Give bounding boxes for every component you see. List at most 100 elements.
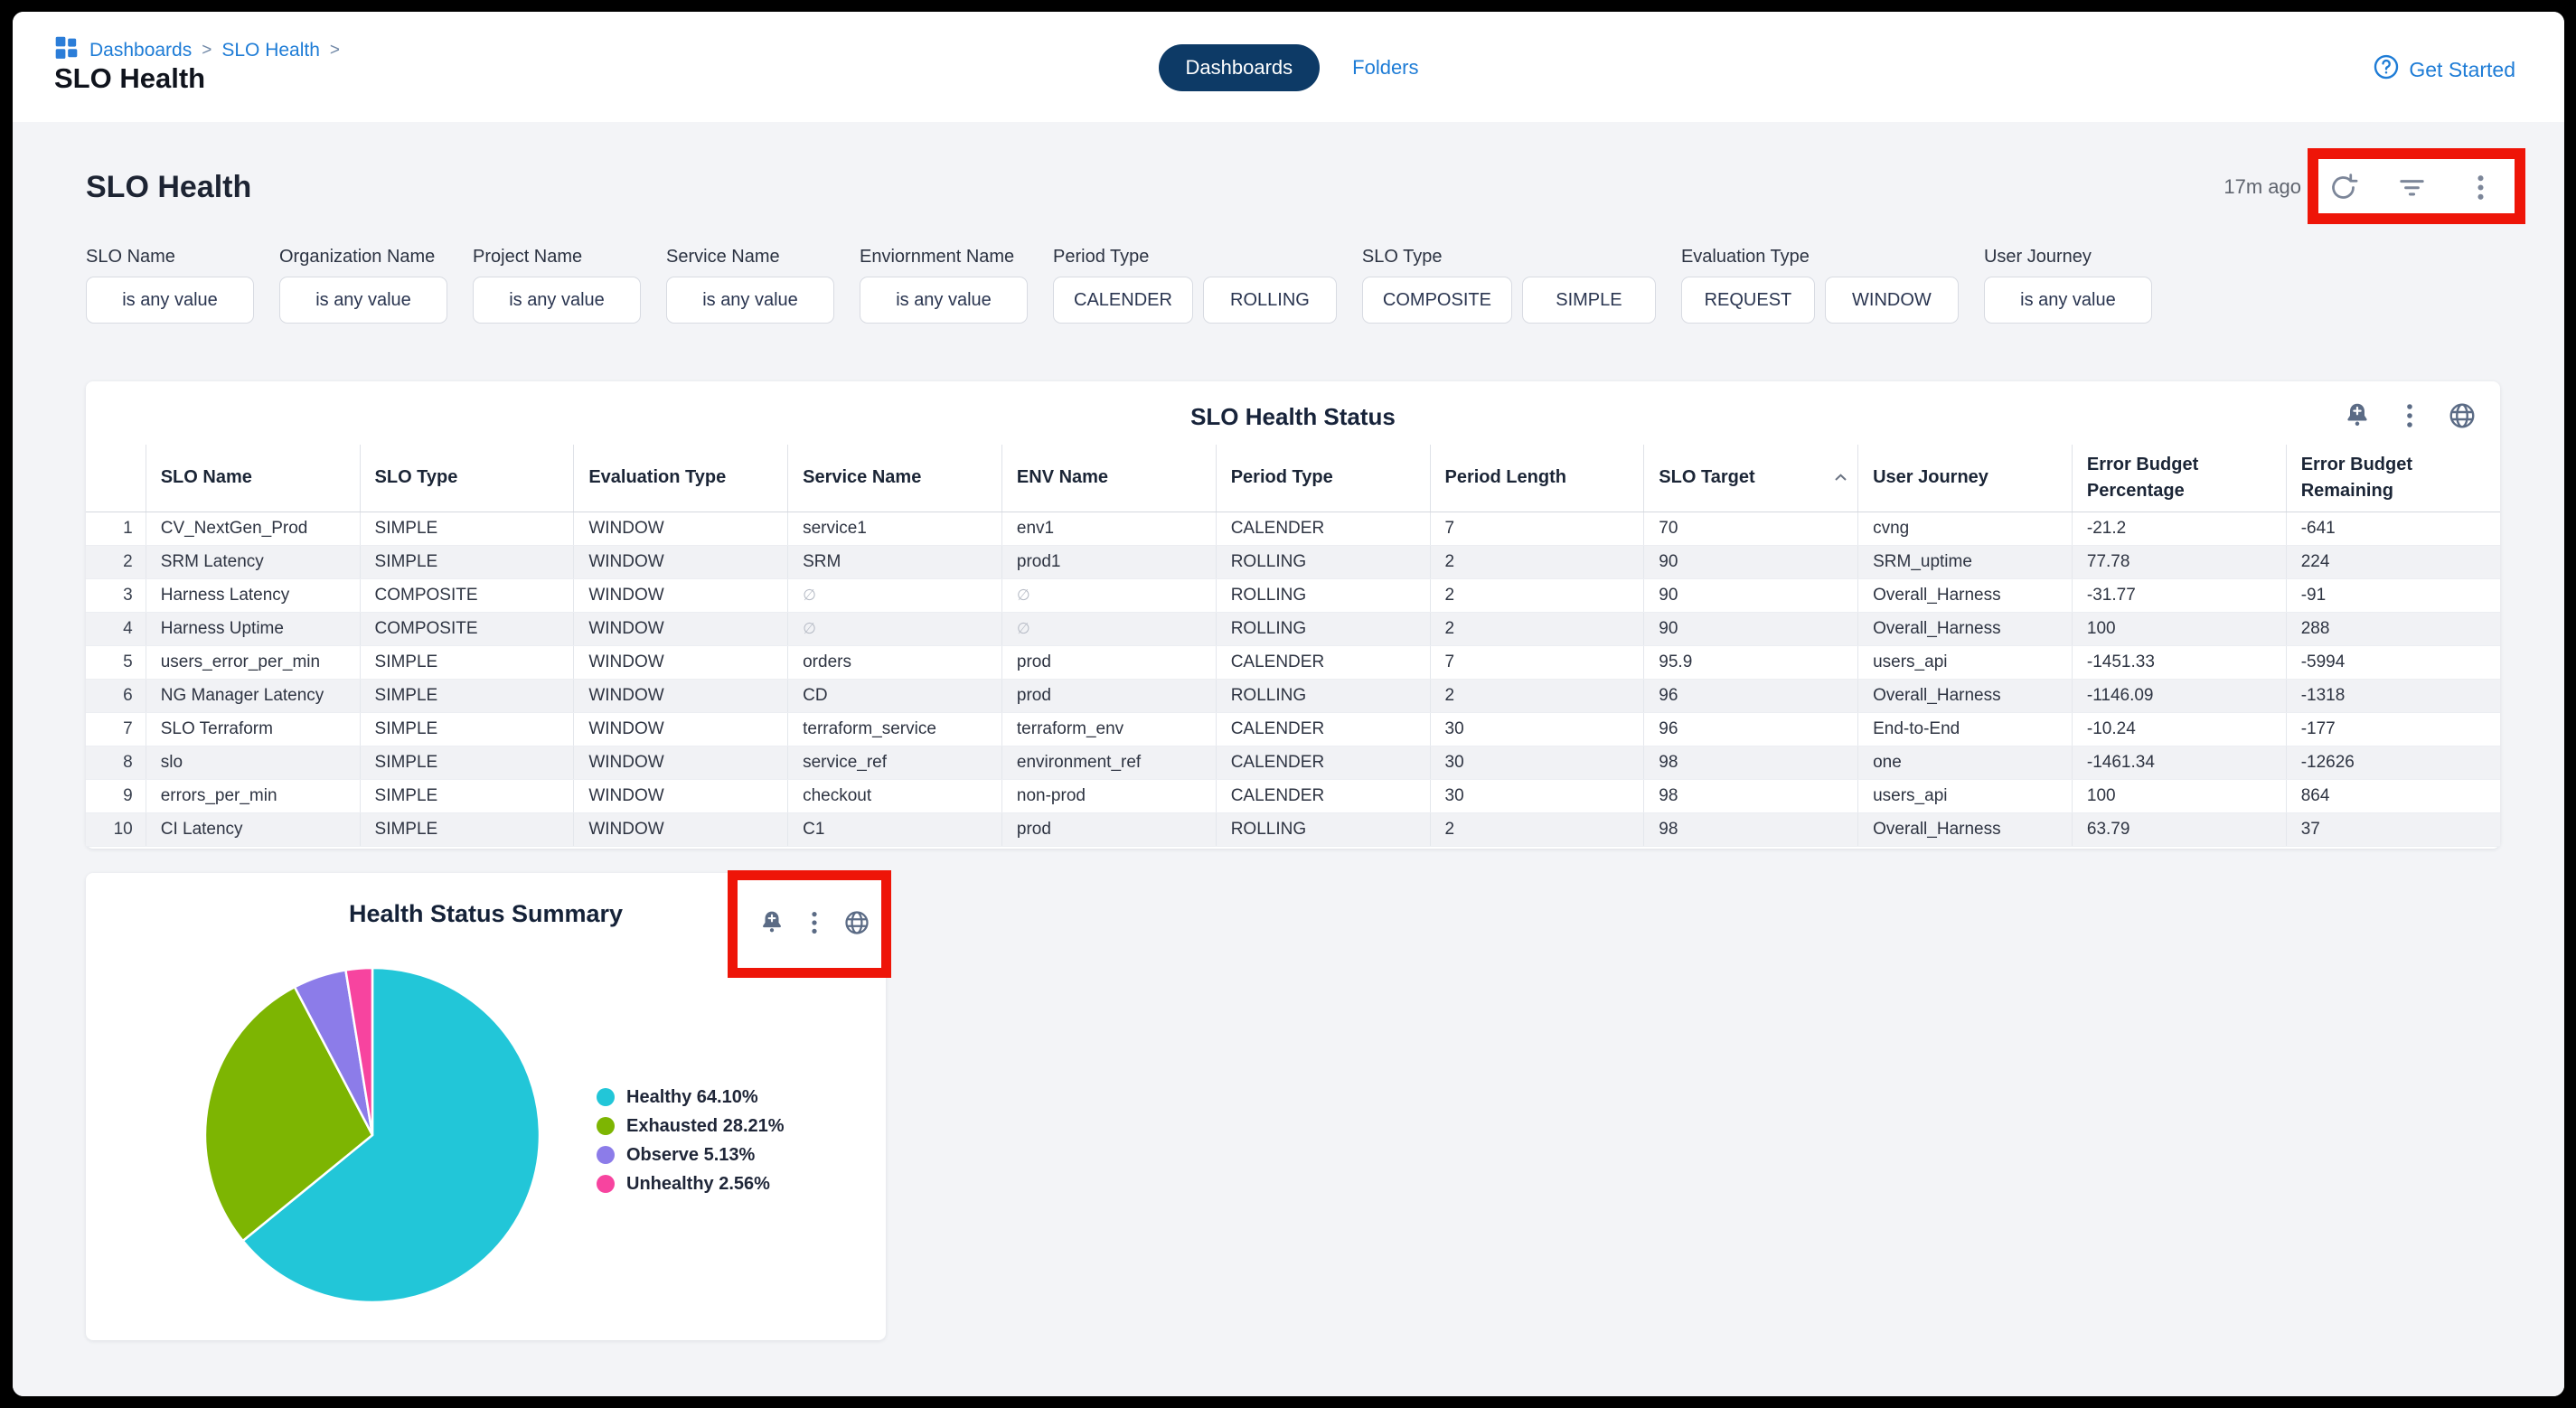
table-cell: WINDOW [574,779,788,812]
refresh-icon [2328,173,2358,202]
filter-buttons: is any value [1984,277,2152,324]
table-cell: 100 [2072,779,2286,812]
table-cell: NG Manager Latency [146,679,360,712]
table-cell: ∅ [788,578,1002,612]
table-cell: cvng [1858,512,2073,545]
table-row: 1CV_NextGen_ProdSIMPLEWINDOWservice1env1… [86,512,2500,545]
dashboard-menu-button[interactable] [2460,167,2500,207]
column-header-service-name[interactable]: Service Name [788,445,1002,512]
dashboard-toolbar-icons [2323,167,2500,207]
column-header-slo-type[interactable]: SLO Type [360,445,574,512]
kebab-menu-icon[interactable] [2395,401,2424,430]
table-cell: users_api [1858,779,2073,812]
filter-label: Period Type [1053,247,1337,268]
tab-dashboards[interactable]: Dashboards [1159,44,1321,91]
table-cell: WINDOW [574,679,788,712]
column-header-evaluation-type[interactable]: Evaluation Type [574,445,788,512]
table-cell: Overall_Harness [1858,612,2073,645]
table-cell: WINDOW [574,712,788,746]
row-number-cell: 2 [86,545,146,578]
filter-label: User Journey [1984,247,2152,268]
table-cell: CALENDER [1216,512,1430,545]
filter-button-composite[interactable]: COMPOSITE [1362,277,1512,324]
filter-button-is-any-value[interactable]: is any value [666,277,834,324]
table-card-header: SLO Health Status [86,381,2500,445]
table-cell: -10.24 [2072,712,2286,746]
filter-button-rolling[interactable]: ROLLING [1203,277,1337,324]
table-cell: 96 [1644,712,1858,746]
legend-item-observe: Observe 5.13% [597,1145,785,1166]
filter-label: Evaluation Type [1681,247,1959,268]
column-header-user-journey[interactable]: User Journey [1858,445,2073,512]
dashboard-header: SLO Health 17m ago [86,165,2500,209]
kebab-menu-icon[interactable] [801,909,828,936]
filter-buttons: is any value [473,277,641,324]
table-cell: Overall_Harness [1858,812,2073,846]
table-cell: CV_NextGen_Prod [146,512,360,545]
table-cell: CD [788,679,1002,712]
breadcrumb: Dashboards>SLO Health> [54,35,340,65]
table-cell: 864 [2286,779,2500,812]
filter-button-request[interactable]: REQUEST [1681,277,1815,324]
table-cell: ∅ [1001,578,1216,612]
row-number-cell: 6 [86,679,146,712]
bell-plus-icon[interactable] [2343,401,2372,430]
legend-label: Observe 5.13% [626,1145,755,1166]
refresh-button[interactable] [2323,167,2363,207]
table-cell: Overall_Harness [1858,578,2073,612]
filter-group-slo-name: SLO Nameis any value [86,247,254,324]
table-row: 2SRM LatencySIMPLEWINDOWSRMprod1ROLLING2… [86,545,2500,578]
table-cell: -177 [2286,712,2500,746]
filter-button-is-any-value[interactable]: is any value [473,277,641,324]
row-number-cell: 1 [86,512,146,545]
filter-button-is-any-value[interactable]: is any value [279,277,447,324]
filter-button-is-any-value[interactable]: is any value [860,277,1028,324]
column-header-error-budget-percentage[interactable]: Error Budget Percentage [2072,445,2286,512]
table-cell: COMPOSITE [360,612,574,645]
table-cell: 7 [1430,512,1644,545]
globe-icon[interactable] [2448,401,2477,430]
filter-button-window[interactable]: WINDOW [1825,277,1959,324]
column-header-period-type[interactable]: Period Type [1216,445,1430,512]
table-cell: SIMPLE [360,712,574,746]
table-cell: prod1 [1001,545,1216,578]
breadcrumb-separator: > [202,41,212,61]
null-value: ∅ [1017,587,1030,604]
table-cell: CALENDER [1216,779,1430,812]
bell-plus-icon[interactable] [758,909,785,936]
dashboards-grid-icon [54,35,79,65]
column-header-period-length[interactable]: Period Length [1430,445,1644,512]
table-cell: CALENDER [1216,645,1430,679]
breadcrumb-link-slo-health[interactable]: SLO Health [221,40,320,61]
filter-buttons: is any value [666,277,834,324]
filter-group-project-name: Project Nameis any value [473,247,641,324]
column-header-slo-target[interactable]: SLO Target [1644,445,1858,512]
breadcrumb-link-dashboards[interactable]: Dashboards [89,40,192,61]
table-cell: service1 [788,512,1002,545]
filter-label: Organization Name [279,247,447,268]
row-number-cell: 7 [86,712,146,746]
table-row: 5users_error_per_minSIMPLEWINDOWorderspr… [86,645,2500,679]
tab-folders[interactable]: Folders [1352,56,1418,80]
null-value: ∅ [803,620,816,637]
dashboard-filter-button[interactable] [2392,167,2431,207]
get-started-label: Get Started [2409,58,2515,82]
column-header-slo-name[interactable]: SLO Name [146,445,360,512]
get-started-link[interactable]: Get Started [2373,53,2515,86]
row-number-cell: 4 [86,612,146,645]
table-cell: -1461.34 [2072,746,2286,779]
filter-button-is-any-value[interactable]: is any value [1984,277,2152,324]
filter-button-simple[interactable]: SIMPLE [1522,277,1656,324]
table-cell: SIMPLE [360,812,574,846]
column-header-env-name[interactable]: ENV Name [1001,445,1216,512]
filter-button-is-any-value[interactable]: is any value [86,277,254,324]
column-header-error-budget-remaining[interactable]: Error Budget Remaining [2286,445,2500,512]
table-cell: one [1858,746,2073,779]
table-cell: Harness Latency [146,578,360,612]
table-cell: 63.79 [2072,812,2286,846]
table-cell: users_api [1858,645,2073,679]
globe-icon[interactable] [843,909,870,936]
table-cell: WINDOW [574,612,788,645]
pie-legend: Healthy 64.10%Exhausted 28.21%Observe 5.… [597,1087,785,1195]
filter-button-calender[interactable]: CALENDER [1053,277,1193,324]
